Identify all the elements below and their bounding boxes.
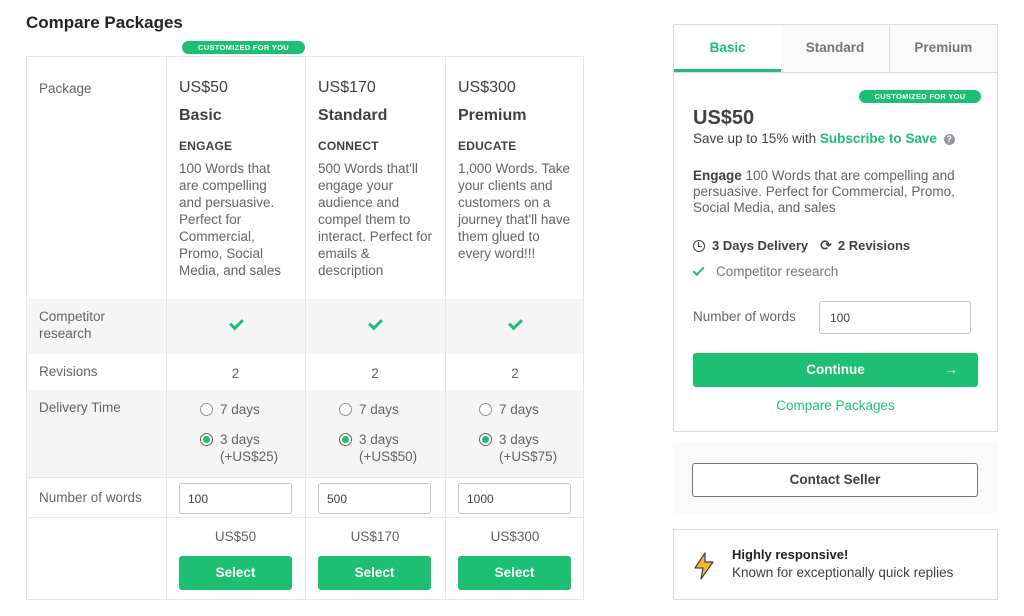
delivery-option-7-days[interactable]: 7 days — [479, 401, 539, 418]
select-basic-button[interactable]: Select — [179, 556, 292, 590]
total-price: US$50 — [214, 529, 257, 544]
tab-premium[interactable]: Premium — [888, 25, 997, 72]
column-divider — [166, 57, 167, 599]
row-label-package: Package — [39, 81, 92, 96]
package-tabs: Basic Standard Premium — [674, 25, 997, 73]
package-price: US$170 — [318, 79, 376, 96]
subscribe-to-save-link[interactable]: Subscribe to Save — [820, 131, 937, 146]
contact-section: Contact Seller — [673, 443, 998, 513]
delivery-option-3-days[interactable]: 3 days (+US$50) — [339, 431, 417, 465]
delivery-option-7-days[interactable]: 7 days — [200, 401, 260, 418]
sidebar-price: US$50 — [693, 107, 755, 129]
row-label-delivery: Delivery Time — [39, 400, 121, 415]
column-divider — [445, 57, 446, 599]
package-tag: EDUCATE — [458, 139, 517, 153]
radio-button[interactable] — [339, 403, 352, 416]
revisions-value: 2 — [371, 366, 379, 381]
delivery-option-3-days[interactable]: 3 days (+US$75) — [479, 431, 557, 465]
radio-button-selected[interactable] — [479, 433, 492, 446]
revisions-value: 2 — [231, 366, 240, 381]
continue-button[interactable]: Continue → — [693, 353, 978, 387]
package-tag: ENGAGE — [179, 139, 233, 153]
check-icon — [228, 315, 244, 331]
total-price: US$300 — [490, 529, 540, 544]
row-label-competitor: Competitor research — [39, 309, 106, 341]
responsive-subtitle: Known for exceptionally quick replies — [732, 565, 954, 580]
package-premium: US$300 Premium EDUCATE 1,000 Words. Take… — [445, 57, 585, 299]
tab-basic[interactable]: Basic — [674, 25, 782, 72]
check-icon — [508, 315, 523, 331]
words-input[interactable] — [179, 483, 292, 514]
sidebar-description: Engage 100 Words that are compelling and… — [693, 168, 955, 215]
package-name: Basic — [179, 107, 222, 124]
package-description: 100 Words that are compelling and persua… — [179, 161, 282, 278]
responsive-badge: Highly responsive! Known for exceptional… — [673, 529, 998, 600]
package-sidebar: Basic Standard Premium CUSTOMIZED FOR YO… — [673, 24, 998, 432]
compare-table: Package US$50 Basic ENGAGE 100 Words tha… — [26, 56, 584, 600]
package-name: Premium — [458, 107, 527, 124]
revisions-count: 2 Revisions — [837, 238, 911, 253]
clock-icon — [693, 239, 705, 252]
delivery-option-7-days[interactable]: 7 days — [339, 401, 399, 418]
package-standard: US$170 Standard CONNECT 500 Words that'l… — [305, 57, 445, 299]
delivery-option-3-days[interactable]: 3 days (+US$25) — [200, 431, 278, 465]
tab-standard[interactable]: Standard — [781, 25, 889, 72]
compare-packages-link[interactable]: Compare Packages — [674, 398, 997, 413]
save-line: Save up to 15% with Subscribe to Save ? — [693, 131, 955, 146]
package-description: 1,000 Words. Take your clients and custo… — [458, 161, 571, 261]
package-price: US$50 — [179, 79, 228, 96]
words-input[interactable] — [819, 301, 971, 334]
feature-item: Competitor research — [692, 263, 838, 279]
package-basic: US$50 Basic ENGAGE 100 Words that are co… — [166, 57, 305, 299]
total-price: US$170 — [350, 529, 400, 544]
package-price: US$300 — [458, 79, 516, 96]
customized-badge: CUSTOMIZED FOR YOU — [182, 41, 305, 54]
package-name: Standard — [318, 107, 388, 124]
arrow-right-icon: → — [944, 362, 959, 377]
help-icon[interactable]: ? — [943, 133, 955, 145]
delivery-meta: 3 Days Delivery ⟳ 2 Revisions — [693, 237, 910, 254]
customized-badge: CUSTOMIZED FOR YOU — [859, 90, 981, 103]
package-tag: CONNECT — [318, 139, 379, 153]
words-input[interactable] — [318, 483, 431, 514]
check-icon — [368, 315, 383, 331]
refresh-icon: ⟳ — [820, 237, 832, 253]
select-standard-button[interactable]: Select — [318, 556, 431, 590]
page-title: Compare Packages — [26, 13, 183, 32]
row-label-revisions: Revisions — [39, 364, 98, 379]
words-label: Number of words — [693, 309, 796, 324]
delivery-time: 3 Days Delivery — [712, 238, 809, 253]
radio-button-selected[interactable] — [200, 433, 213, 446]
column-divider — [305, 57, 306, 599]
radio-button[interactable] — [200, 403, 213, 416]
responsive-title: Highly responsive! — [732, 547, 849, 562]
radio-button-selected[interactable] — [339, 433, 352, 446]
check-icon — [692, 263, 705, 277]
words-input[interactable] — [458, 483, 571, 514]
row-label-words: Number of words — [39, 490, 142, 505]
select-premium-button[interactable]: Select — [458, 556, 571, 590]
revisions-value: 2 — [511, 366, 519, 381]
radio-button[interactable] — [479, 403, 492, 416]
lightning-icon — [694, 552, 714, 580]
contact-seller-button[interactable]: Contact Seller — [692, 463, 978, 497]
package-description: 500 Words that'll engage your audience a… — [318, 161, 433, 278]
